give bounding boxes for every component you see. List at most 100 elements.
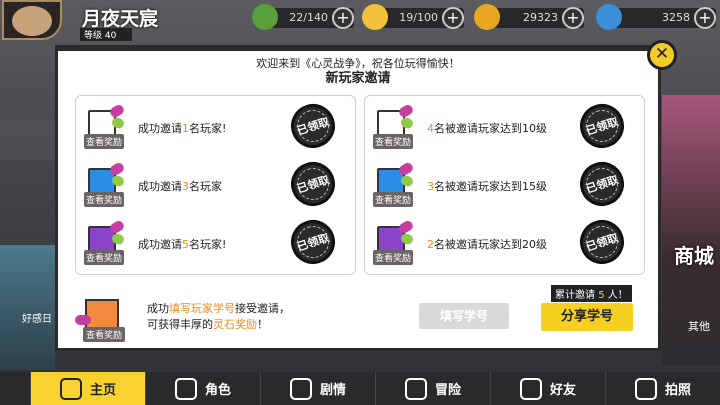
fill-id-button[interactable]: 填写学号 [419, 303, 509, 329]
stamp-ring [581, 163, 623, 205]
other-label[interactable]: 其他 [688, 318, 710, 334]
claimed-stamp: 已领取 [285, 156, 341, 212]
desc-suffix: ！ [257, 318, 268, 331]
count-prefix: 累计邀请 [555, 290, 595, 301]
invite-description-line-1: 成功填写玩家学号接受邀请， [147, 301, 290, 317]
reward-row: 查看奖励 成功邀请3名玩家 已领取 [76, 156, 355, 213]
reward-row: 查看奖励 2名被邀请玩家达到20级 已领取 [365, 214, 644, 271]
modal-title: 新玩家邀请 [325, 71, 391, 86]
map-pin-icon [404, 377, 427, 400]
nav-character[interactable]: 角色 [145, 372, 260, 405]
top-bar: 月夜天宸 等级 40 22/140 + 19/100 + 29323 + 325… [0, 0, 720, 41]
reward-condition: 2名被邀请玩家达到20级 [427, 236, 547, 252]
nav-adventure-label: 冒险 [434, 383, 461, 398]
diamond-resource: 3258 + [596, 4, 716, 30]
invite-modal: 欢迎来到《心灵战争》，祝各位玩得愉快！ 新玩家邀请 查看奖励 成功邀请1名玩家!… [55, 45, 661, 351]
condition-prefix: 成功邀请 [138, 180, 182, 193]
player-level: 等级 40 [80, 28, 133, 41]
claimed-stamp: 已领取 [574, 156, 630, 212]
nav-adventure[interactable]: 冒险 [375, 372, 490, 405]
gift-box-icon[interactable]: 查看奖励 [84, 103, 128, 149]
condition-prefix: 成功邀请 [138, 238, 182, 251]
nav-friends[interactable]: 好友 [490, 372, 605, 405]
condition-suffix: 名玩家 [189, 180, 222, 193]
stamp-ring [292, 221, 334, 263]
stamp-ring [292, 163, 334, 205]
stamp-ring [581, 105, 623, 147]
reward-condition: 4名被邀请玩家达到10级 [427, 120, 547, 136]
add-gold-button[interactable]: + [562, 7, 584, 29]
invite-count-rewards: 查看奖励 成功邀请1名玩家! 已领取 查看奖励 成功邀请3名玩家 已领取 查看奖… [75, 95, 356, 275]
gold-resource: 29323 + [474, 4, 584, 30]
nav-story[interactable]: 剧情 [260, 372, 375, 405]
claimed-stamp: 已领取 [574, 214, 630, 270]
stamp-ring [581, 221, 623, 263]
gift-box [85, 299, 119, 329]
invite-count-badge: 累计邀请 5 人！ [551, 285, 632, 302]
desc-prefix: 成功 [147, 302, 169, 315]
claimed-stamp: 已领取 [285, 214, 341, 270]
condition-suffix: 名玩家! [189, 122, 227, 135]
close-button[interactable]: ✕ [647, 40, 677, 70]
avatar[interactable] [2, 0, 62, 40]
stamp-ring [292, 105, 334, 147]
add-diamond-button[interactable]: + [694, 7, 716, 29]
nav-story-label: 剧情 [319, 383, 346, 398]
stamina-value: 22/140 [289, 11, 328, 24]
add-energy-button[interactable]: + [442, 7, 464, 29]
gift-box-icon[interactable]: 查看奖励 [84, 219, 128, 265]
gift-box-icon[interactable]: 查看奖励 [75, 293, 135, 342]
avatar-image [12, 6, 52, 36]
condition-suffix: 名玩家! [189, 238, 227, 251]
bottom-nav: 主页 角色 剧情 冒险 好友 拍照 [0, 372, 720, 405]
friends-icon [519, 377, 542, 400]
condition-prefix: 成功邀请 [138, 122, 182, 135]
gift-box-icon[interactable]: 查看奖励 [373, 161, 417, 207]
reward-condition: 成功邀请3名玩家 [138, 178, 222, 194]
nav-home[interactable]: 主页 [30, 372, 145, 405]
reward-condition: 3名被邀请玩家达到15级 [427, 178, 547, 194]
invite-description: 成功填写玩家学号接受邀请， 可获得丰厚的灵石奖励！ [147, 301, 290, 333]
condition-number: 3 [427, 180, 434, 193]
condition-suffix: 名被邀请玩家达到15级 [434, 180, 547, 193]
energy-value: 19/100 [399, 11, 438, 24]
reward-condition: 成功邀请1名玩家! [138, 120, 226, 136]
diamond-value: 3258 [662, 11, 690, 24]
desc-prefix: 可获得丰厚的 [147, 318, 213, 331]
invite-description-line-2: 可获得丰厚的灵石奖励！ [147, 317, 290, 333]
nav-photo[interactable]: 拍照 [605, 372, 720, 405]
reward-row: 查看奖励 3名被邀请玩家达到15级 已领取 [365, 156, 644, 213]
view-reward-label: 查看奖励 [373, 134, 414, 149]
left-side-label: 好感日 [22, 314, 52, 325]
nav-home-label: 主页 [89, 383, 116, 398]
condition-number: 1 [182, 122, 189, 135]
view-reward-label: 查看奖励 [373, 192, 414, 207]
coin-icon [474, 4, 500, 30]
desc-highlight: 灵石奖励 [213, 318, 257, 331]
view-reward-label: 查看奖励 [84, 250, 125, 265]
pencil-icon [362, 4, 388, 30]
condition-suffix: 名被邀请玩家达到10级 [434, 122, 547, 135]
condition-number: 3 [182, 180, 189, 193]
diamond-icon [596, 4, 622, 30]
invite-count: 5 [598, 290, 605, 301]
reward-row: 查看奖励 4名被邀请玩家达到10级 已领取 [365, 98, 644, 155]
energy-resource: 19/100 + [362, 4, 464, 30]
view-reward-label: 查看奖励 [84, 134, 125, 149]
invite-action-area: 查看奖励 成功填写玩家学号接受邀请， 可获得丰厚的灵石奖励！ 填写学号 累计邀请… [75, 285, 645, 345]
gift-box-icon[interactable]: 查看奖励 [373, 219, 417, 265]
shop-label[interactable]: 商城 [674, 240, 714, 269]
player-name: 月夜天宸 [82, 8, 159, 30]
condition-suffix: 名被邀请玩家达到20级 [434, 238, 547, 251]
share-id-button[interactable]: 分享学号 [541, 303, 633, 331]
home-icon [59, 377, 82, 400]
gift-box-icon[interactable]: 查看奖励 [84, 161, 128, 207]
view-reward-label: 查看奖励 [83, 327, 126, 342]
reward-condition: 成功邀请5名玩家! [138, 236, 226, 252]
add-stamina-button[interactable]: + [332, 7, 354, 29]
gift-box-icon[interactable]: 查看奖励 [373, 103, 417, 149]
desc-highlight: 填写玩家学号 [169, 302, 235, 315]
leaf-icon [252, 4, 278, 30]
left-character-art [0, 245, 55, 370]
invitee-level-rewards: 查看奖励 4名被邀请玩家达到10级 已领取 查看奖励 3名被邀请玩家达到15级 … [364, 95, 645, 275]
